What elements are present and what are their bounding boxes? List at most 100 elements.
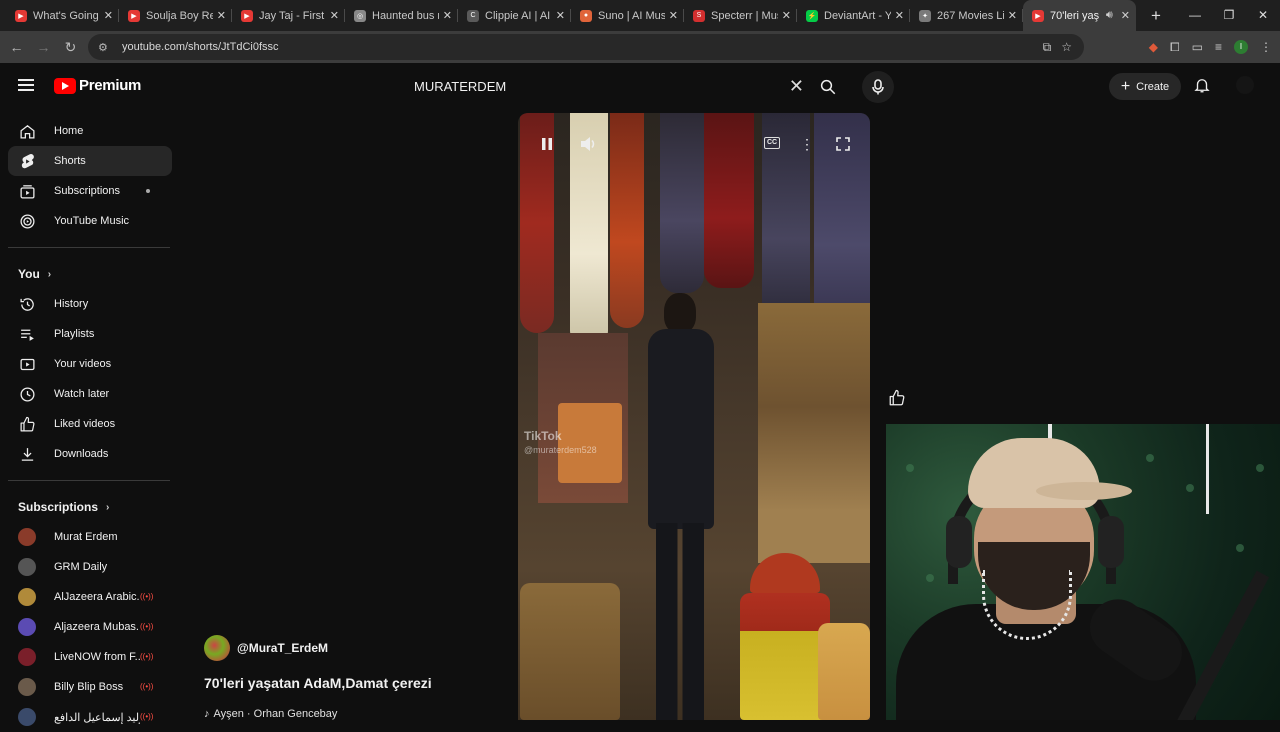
tab-close-icon[interactable]: ✕	[782, 9, 791, 22]
tab-close-icon[interactable]: ✕	[104, 9, 113, 22]
sidebar-subscription-item[interactable]: Aljazeera Mubas... ((•))	[8, 612, 172, 642]
youtube-premium-logo[interactable]: Premium	[54, 77, 141, 94]
tab-audio-icon[interactable]: 🔊︎	[1106, 9, 1113, 22]
close-window-icon[interactable]: ✕	[1246, 0, 1280, 31]
tab-title: Suno | AI Musi	[598, 9, 665, 22]
tab-close-icon[interactable]: ✕	[669, 9, 678, 22]
tab-close-icon[interactable]: ✕	[1008, 9, 1017, 22]
browser-tab-bar: ▶ What's Going ✕ ▶ Soulja Boy Re ✕ ▶ Jay Taj - …	[0, 0, 1280, 31]
sidebar-item-home[interactable]: Home	[8, 116, 172, 146]
sidebar-item-subscriptions[interactable]: Subscriptions	[8, 176, 172, 206]
sidebar-item-label: Liked videos	[54, 418, 116, 430]
menu-kebab-icon[interactable]: ⋮	[1260, 40, 1272, 54]
sidebar-item-history[interactable]: History	[8, 289, 172, 319]
shorts-video-player[interactable]: CC ⋮ TikTok @muraterdem528	[518, 113, 870, 720]
subscription-name: Aljazeera Mubas...	[54, 621, 140, 633]
sidebar-item-watch-later[interactable]: Watch later	[8, 379, 172, 409]
puzzle-icon[interactable]: ⧠	[1170, 40, 1180, 55]
logo-text: Premium	[79, 77, 142, 94]
sidebar-subscriptions-heading[interactable]: Subscriptions ›	[8, 492, 172, 522]
browser-tab[interactable]: ▶ Soulja Boy Re ✕	[119, 0, 232, 31]
video-person	[646, 293, 716, 720]
tab-favicon-icon: ▶	[128, 9, 140, 22]
browser-tab[interactable]: ✦ 267 Movies Li ✕	[910, 0, 1023, 31]
browser-tab[interactable]: ▶ What's Going ✕	[6, 0, 119, 31]
hamburger-menu-icon[interactable]	[18, 79, 34, 91]
sidebar-item-shorts[interactable]: Shorts	[8, 146, 172, 176]
sidebar-subscription-item[interactable]: LiveNOW from F... ((•))	[8, 642, 172, 672]
minimize-icon[interactable]: —	[1178, 0, 1212, 31]
browser-tab[interactable]: S Specterr | Mus ✕	[684, 0, 797, 31]
tab-title: DeviantArt - Y	[824, 9, 891, 22]
forward-icon[interactable]: →	[30, 39, 57, 55]
notifications-bell-icon[interactable]	[1193, 76, 1211, 99]
channel-handle[interactable]: @MuraT_ErdeM	[237, 641, 328, 655]
restore-icon[interactable]: ❐	[1212, 0, 1246, 31]
sidebar-item-youtube-music[interactable]: YouTube Music	[8, 206, 172, 236]
tab-close-icon[interactable]: ✕	[556, 9, 565, 22]
subscriptions-icon	[18, 182, 36, 200]
volume-icon[interactable]	[580, 135, 598, 153]
sidebar-subscription-item[interactable]: Murat Erdem	[8, 522, 172, 552]
browser-tab[interactable]: C Clippie AI | AI ✕	[458, 0, 571, 31]
search-input[interactable]: MURATERDEM ✕	[401, 69, 849, 103]
channel-avatar	[18, 708, 36, 726]
channel-avatar[interactable]	[204, 635, 230, 661]
clear-search-icon[interactable]: ✕	[789, 76, 804, 97]
tab-title: 70'leri yaş	[1050, 9, 1100, 22]
reload-icon[interactable]: ↻	[57, 39, 84, 56]
extension-icon[interactable]: ◆	[1149, 40, 1158, 54]
more-options-icon[interactable]: ⋮	[800, 135, 814, 153]
tab-title: Specterr | Mus	[711, 9, 778, 22]
subscription-name: Murat Erdem	[54, 531, 118, 543]
music-link[interactable]: ♪ Ayşen · Orhan Gencebay	[204, 708, 337, 720]
sidebar-item-your-videos[interactable]: Your videos	[8, 349, 172, 379]
youtube-play-logo-icon	[54, 77, 76, 94]
fullscreen-icon[interactable]	[834, 135, 852, 153]
like-button[interactable]	[885, 387, 909, 409]
tab-close-icon[interactable]: ✕	[330, 9, 339, 22]
url-field[interactable]: ⚙ youtube.com/shorts/JtTdCi0fssc ⧉ ☆	[88, 34, 1084, 60]
pause-icon[interactable]	[540, 135, 554, 153]
subscription-name: Billy Blip Boss	[54, 681, 124, 693]
browser-tab[interactable]: ● Suno | AI Musi ✕	[571, 0, 684, 31]
voice-search-icon[interactable]	[862, 71, 894, 103]
channel-avatar	[18, 618, 36, 636]
sidepanel-icon[interactable]: ▭	[1192, 40, 1203, 54]
back-icon[interactable]: ←	[3, 39, 30, 55]
browser-tab[interactable]: ▶ Jay Taj - First F ✕	[232, 0, 345, 31]
tab-close-icon[interactable]: ✕	[1121, 9, 1130, 22]
install-app-icon[interactable]: ⧉	[1043, 40, 1052, 55]
browser-tab[interactable]: ⚡ DeviantArt - Y ✕	[797, 0, 910, 31]
profile-avatar[interactable]: I	[1234, 40, 1248, 54]
media-control-icon[interactable]: ≡	[1215, 40, 1222, 54]
channel-info[interactable]: @MuraT_ErdeM	[204, 635, 328, 661]
sidebar-subscription-item[interactable]: وليد إسماعيل الدافع ((•))	[8, 702, 172, 732]
video-hanging-chili	[610, 113, 644, 328]
video-sack-spice	[740, 593, 830, 720]
tab-close-icon[interactable]: ✕	[443, 9, 452, 22]
sidebar-item-downloads[interactable]: Downloads	[8, 439, 172, 469]
account-avatar[interactable]	[1236, 76, 1254, 94]
tab-close-icon[interactable]: ✕	[217, 9, 226, 22]
captions-button[interactable]: CC	[764, 137, 780, 149]
bookmark-star-icon[interactable]: ☆	[1061, 40, 1072, 54]
sidebar-item-playlists[interactable]: Playlists	[8, 319, 172, 349]
sidebar-you-heading[interactable]: You ›	[8, 259, 172, 289]
tab-close-icon[interactable]: ✕	[895, 9, 904, 22]
sidebar-subscription-item[interactable]: GRM Daily	[8, 552, 172, 582]
your-videos-icon	[18, 355, 36, 373]
sidebar-subscription-item[interactable]: Billy Blip Boss ((•))	[8, 672, 172, 702]
webcam-cord-right	[1206, 424, 1209, 514]
new-tab-button[interactable]: +	[1142, 6, 1170, 26]
site-info-icon[interactable]: ⚙	[98, 41, 114, 54]
sidebar-item-label: History	[54, 298, 89, 310]
browser-tab[interactable]: ▶ 70'leri yaş 🔊︎ ✕	[1023, 0, 1136, 31]
search-icon[interactable]	[814, 74, 842, 100]
sidebar-subscription-item[interactable]: AlJazeera Arabic... ((•))	[8, 582, 172, 612]
channel-avatar	[18, 648, 36, 666]
create-button[interactable]: + Create	[1109, 73, 1181, 100]
sidebar-item-liked-videos[interactable]: Liked videos	[8, 409, 172, 439]
tab-favicon-icon: C	[467, 9, 479, 22]
browser-tab[interactable]: ◎ Haunted bus r ✕	[345, 0, 458, 31]
